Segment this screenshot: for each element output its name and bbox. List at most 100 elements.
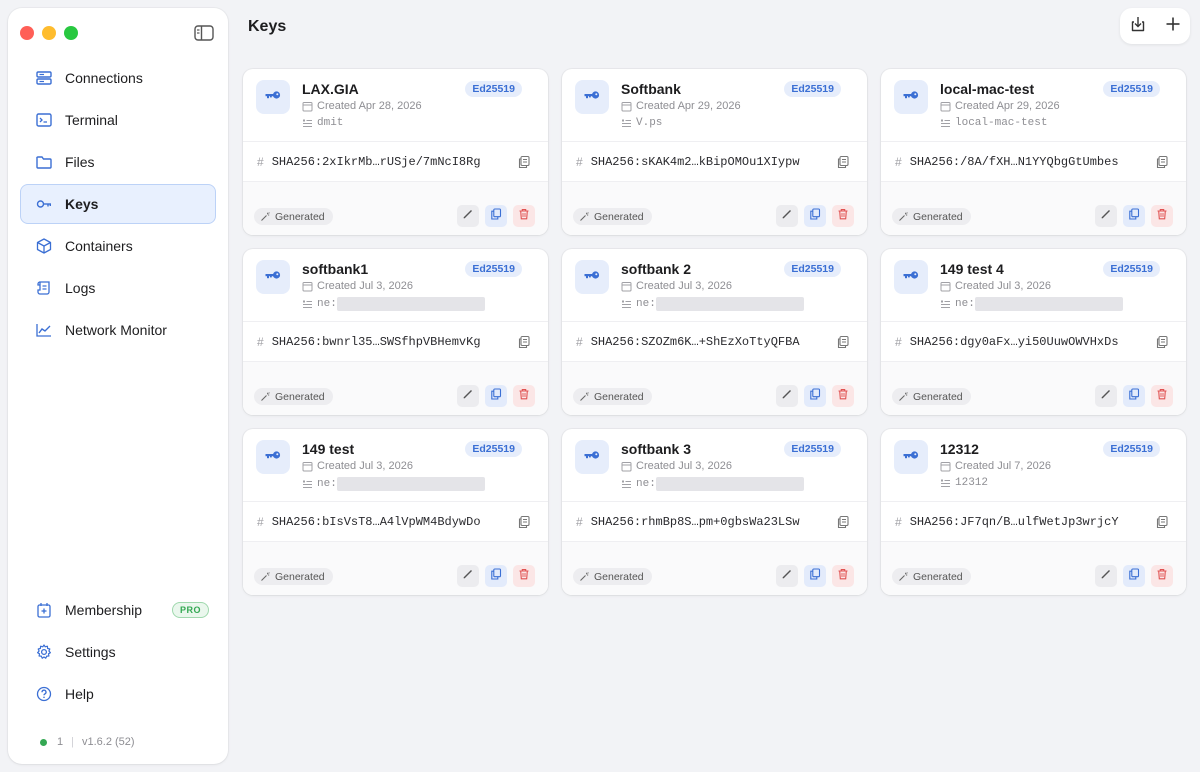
redacted-text (336, 477, 485, 491)
copy-icon (1128, 387, 1140, 405)
key-card[interactable]: LAX.GIA Ed25519 Created Apr 28, 2026 dmi… (243, 69, 548, 235)
minimize-window-button[interactable] (42, 26, 56, 40)
key-source-label: Generated (594, 570, 644, 583)
sidebar-item-help[interactable]: Help (20, 674, 216, 714)
key-card[interactable]: 149 test Ed25519 Created Jul 3, 2026 ne:… (243, 429, 548, 595)
edit-key-button[interactable] (457, 205, 479, 227)
key-icon (901, 265, 921, 290)
key-card-header: softbank1 Ed25519 Created Jul 3, 2026 ne… (243, 249, 548, 321)
copy-public-key-button[interactable] (485, 205, 507, 227)
delete-key-button[interactable] (1151, 385, 1173, 407)
sidebar-item-terminal[interactable]: Terminal (20, 100, 216, 140)
delete-key-button[interactable] (513, 205, 535, 227)
user-line: ne: (302, 297, 485, 311)
key-avatar (575, 80, 609, 114)
plus-icon (1164, 15, 1182, 38)
created-date: Created Apr 29, 2026 (955, 100, 1060, 112)
key-card[interactable]: softbank 2 Ed25519 Created Jul 3, 2026 n… (562, 249, 867, 415)
key-card-header: 149 test Ed25519 Created Jul 3, 2026 ne: (243, 429, 548, 501)
key-card[interactable]: softbank1 Ed25519 Created Jul 3, 2026 ne… (243, 249, 548, 415)
add-key-button[interactable] (1161, 14, 1185, 38)
delete-key-button[interactable] (1151, 565, 1173, 587)
key-type-badge: Ed25519 (465, 441, 522, 457)
delete-key-button[interactable] (513, 565, 535, 587)
sidebar-item-label: Settings (65, 644, 116, 660)
calendar-icon (621, 101, 632, 112)
delete-key-button[interactable] (832, 205, 854, 227)
copy-fingerprint-icon[interactable] (517, 335, 531, 349)
sidebar-item-label: Connections (65, 70, 143, 86)
copy-public-key-button[interactable] (804, 385, 826, 407)
created-date: Created Jul 7, 2026 (955, 460, 1052, 472)
key-avatar (256, 80, 290, 114)
key-name: LAX.GIA (302, 81, 359, 97)
edit-key-button[interactable] (776, 565, 798, 587)
copy-fingerprint-icon[interactable] (1155, 155, 1169, 169)
sidebar-item-network-monitor[interactable]: Network Monitor (20, 310, 216, 350)
list-icon (621, 299, 632, 310)
key-name: softbank 3 (621, 441, 692, 457)
copy-public-key-button[interactable] (804, 565, 826, 587)
key-card[interactable]: 149 test 4 Ed25519 Created Jul 3, 2026 n… (881, 249, 1186, 415)
key-card[interactable]: softbank 3 Ed25519 Created Jul 3, 2026 n… (562, 429, 867, 595)
copy-public-key-button[interactable] (485, 385, 507, 407)
copy-fingerprint-icon[interactable] (517, 515, 531, 529)
folder-icon (35, 153, 53, 171)
zoom-window-button[interactable] (64, 26, 78, 40)
delete-key-button[interactable] (1151, 205, 1173, 227)
copy-public-key-button[interactable] (1123, 565, 1145, 587)
copy-fingerprint-icon[interactable] (1155, 335, 1169, 349)
edit-key-button[interactable] (776, 385, 798, 407)
copy-public-key-button[interactable] (1123, 205, 1145, 227)
delete-key-button[interactable] (832, 565, 854, 587)
key-card[interactable]: local-mac-test Ed25519 Created Apr 29, 2… (881, 69, 1186, 235)
key-fingerprint: SHA256:bIsVsT8…A4lVpWM4BdywDo (271, 514, 481, 529)
key-card[interactable]: 12312 Ed25519 Created Jul 7, 2026 12312 … (881, 429, 1186, 595)
sidebar-item-logs[interactable]: Logs (20, 268, 216, 308)
key-user: ne: (955, 298, 975, 310)
edit-key-button[interactable] (457, 385, 479, 407)
key-card-footer: Generated (562, 541, 867, 595)
key-card[interactable]: Softbank Ed25519 Created Apr 29, 2026 V.… (562, 69, 867, 235)
delete-key-button[interactable] (513, 385, 535, 407)
sidebar-item-label: Files (65, 154, 95, 170)
key-source-badge: Generated (573, 568, 652, 585)
key-source-label: Generated (275, 570, 325, 583)
gear-icon (35, 643, 53, 661)
copy-public-key-button[interactable] (485, 565, 507, 587)
sidebar-item-containers[interactable]: Containers (20, 226, 216, 266)
list-icon (940, 478, 951, 489)
sidebar-item-files[interactable]: Files (20, 142, 216, 182)
edit-key-button[interactable] (1095, 205, 1117, 227)
fingerprint-row: # SHA256:dgy0aFx…yi50UuwOWVHxDs (881, 321, 1186, 361)
sidebar-toggle-icon[interactable] (194, 25, 214, 41)
scroll-icon (35, 279, 53, 297)
hash-icon: # (576, 334, 583, 349)
sidebar-item-membership[interactable]: Membership PRO (20, 590, 216, 630)
copy-public-key-button[interactable] (804, 205, 826, 227)
copy-fingerprint-icon[interactable] (836, 515, 850, 529)
import-key-button[interactable] (1126, 14, 1150, 38)
user-line: 12312 (940, 477, 988, 489)
copy-fingerprint-icon[interactable] (836, 155, 850, 169)
key-user: ne: (317, 298, 337, 310)
copy-fingerprint-icon[interactable] (836, 335, 850, 349)
trash-icon (518, 387, 530, 405)
edit-key-button[interactable] (776, 205, 798, 227)
sidebar-item-keys[interactable]: Keys (20, 184, 216, 224)
copy-fingerprint-icon[interactable] (517, 155, 531, 169)
edit-key-button[interactable] (1095, 385, 1117, 407)
edit-key-button[interactable] (457, 565, 479, 587)
created-date: Created Apr 28, 2026 (317, 100, 422, 112)
key-type-badge: Ed25519 (784, 441, 841, 457)
sidebar-item-connections[interactable]: Connections (20, 58, 216, 98)
hash-icon: # (895, 154, 902, 169)
delete-key-button[interactable] (832, 385, 854, 407)
user-line: dmit (302, 117, 343, 129)
copy-fingerprint-icon[interactable] (1155, 515, 1169, 529)
close-window-button[interactable] (20, 26, 34, 40)
copy-public-key-button[interactable] (1123, 385, 1145, 407)
key-source-label: Generated (594, 390, 644, 403)
sidebar-item-settings[interactable]: Settings (20, 632, 216, 672)
edit-key-button[interactable] (1095, 565, 1117, 587)
